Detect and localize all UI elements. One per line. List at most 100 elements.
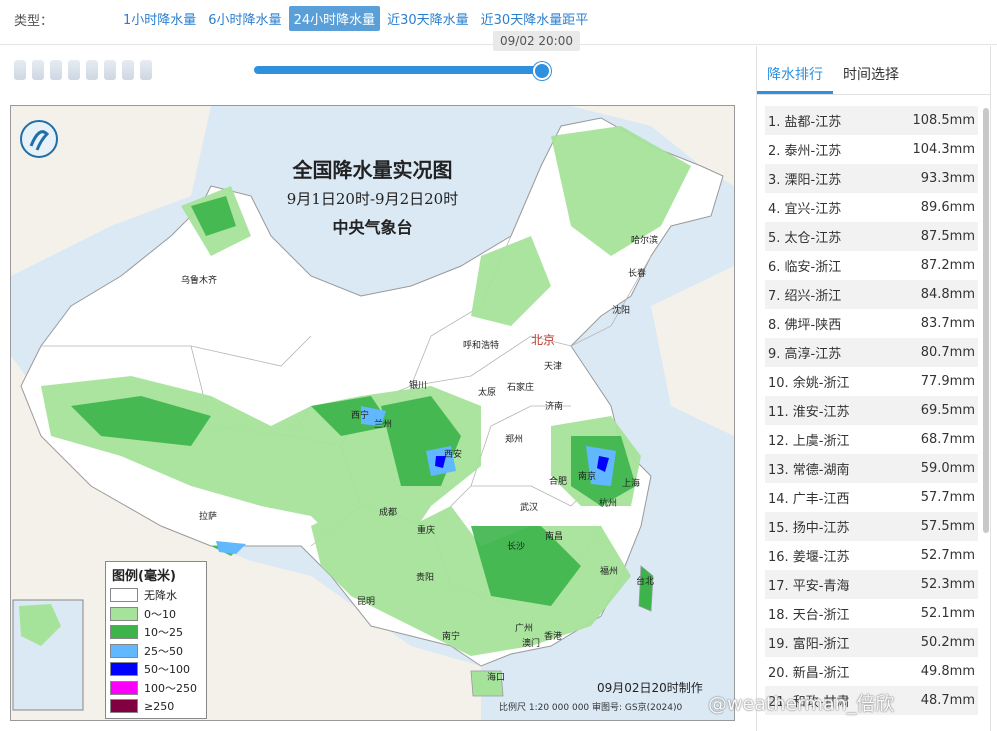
precip-value: 48.7mm	[920, 693, 975, 708]
city-label: 哈尔滨	[631, 236, 659, 246]
city-label: 呼和浩特	[463, 341, 500, 351]
city-label: 南宁	[442, 632, 461, 642]
precip-value: 52.3mm	[920, 577, 975, 592]
list-item[interactable]: 13. 常德-湖南 59.0mm	[765, 454, 978, 483]
list-item[interactable]: 10. 余姚-浙江 77.9mm	[765, 367, 978, 396]
precip-value: 83.7mm	[920, 316, 975, 331]
station-name: 11. 淮安-江苏	[768, 405, 850, 420]
list-item[interactable]: 15. 扬中-江苏 57.5mm	[765, 512, 978, 541]
list-item[interactable]: 19. 富阳-浙江 50.2mm	[765, 628, 978, 657]
map-scale: 比例尺 1:20 000 000 审图号: GS京(2024)0	[499, 703, 683, 713]
city-label: 广州	[515, 624, 534, 634]
precip-value: 52.7mm	[920, 548, 975, 563]
city-label: 贵阳	[416, 573, 435, 583]
list-item[interactable]: 16. 姜堰-江苏 52.7mm	[765, 541, 978, 570]
city-label: 西宁	[351, 411, 370, 421]
precip-value: 89.6mm	[920, 200, 975, 215]
list-item[interactable]: 1. 盐都-江苏 108.5mm	[765, 106, 978, 135]
panel-tabs: 降水排行 时间选择	[757, 46, 990, 95]
map-legend: 图例(毫米) 无降水 0～10 10～25 25～50 50～100 100～2…	[105, 561, 207, 719]
tab-30d-precip[interactable]: 近30天降水量	[382, 6, 474, 31]
station-name: 13. 常德-湖南	[768, 463, 850, 478]
list-item[interactable]: 4. 宜兴-江苏 89.6mm	[765, 193, 978, 222]
time-slider-track[interactable]	[254, 66, 542, 74]
time-tooltip: 09/02 20:00	[493, 31, 580, 51]
legend-item: 50～100	[106, 660, 206, 679]
list-item[interactable]: 6. 临安-浙江 87.2mm	[765, 251, 978, 280]
station-name: 12. 上虞-浙江	[768, 434, 850, 449]
legend-label: ≥250	[144, 699, 175, 713]
list-item[interactable]: 12. 上虞-浙江 68.7mm	[765, 425, 978, 454]
list-item[interactable]: 3. 溧阳-江苏 93.3mm	[765, 164, 978, 193]
city-label: 沈阳	[612, 306, 631, 316]
list-item[interactable]: 20. 新昌-浙江 49.8mm	[765, 657, 978, 686]
station-name: 6. 临安-浙江	[768, 260, 842, 275]
legend-item: 无降水	[106, 586, 206, 605]
tab-24h-precip[interactable]: 24小时降水量	[288, 6, 381, 31]
tab-time-select[interactable]: 时间选择	[833, 64, 909, 94]
precip-value: 77.9mm	[920, 374, 975, 389]
precip-value: 93.3mm	[920, 171, 975, 186]
list-item[interactable]: 8. 佛坪-陕西 83.7mm	[765, 309, 978, 338]
station-name: 8. 佛坪-陕西	[768, 318, 842, 333]
type-label: 类型：	[14, 14, 54, 29]
tab-6h-precip[interactable]: 6小时降水量	[203, 6, 286, 31]
station-name: 4. 宜兴-江苏	[768, 202, 842, 217]
city-label: 银川	[409, 381, 428, 391]
precip-value: 57.5mm	[920, 519, 975, 534]
precip-value: 87.5mm	[920, 229, 975, 244]
city-label: 济南	[545, 402, 564, 412]
ranking-panel: 降水排行 时间选择 1. 盐都-江苏 108.5mm 2. 泰州-江苏 104.3m…	[756, 46, 991, 731]
precip-value: 69.5mm	[920, 403, 975, 418]
city-label: 长春	[628, 269, 647, 279]
city-label: 兰州	[374, 420, 393, 430]
station-name: 2. 泰州-江苏	[768, 144, 842, 159]
station-name: 5. 太仓-江苏	[768, 231, 842, 246]
precip-value: 49.8mm	[920, 664, 975, 679]
legend-item: 25～50	[106, 642, 206, 661]
list-item[interactable]: 17. 平安-青海 52.3mm	[765, 570, 978, 599]
legend-label: 无降水	[144, 589, 177, 603]
city-label: 合肥	[549, 477, 568, 487]
precip-value: 84.8mm	[920, 287, 975, 302]
list-item[interactable]: 9. 高淳-江苏 80.7mm	[765, 338, 978, 367]
city-label: 郑州	[505, 435, 524, 445]
city-label: 成都	[379, 508, 398, 518]
city-label: 昆明	[357, 597, 376, 607]
city-label: 南京	[578, 472, 597, 482]
city-label: 乌鲁木齐	[181, 276, 218, 286]
legend-item: 10～25	[106, 623, 206, 642]
time-slider-handle[interactable]	[533, 62, 551, 80]
legend-title: 图例(毫米)	[112, 569, 176, 584]
city-label: 重庆	[417, 526, 436, 536]
list-item[interactable]: 7. 绍兴-浙江 84.8mm	[765, 280, 978, 309]
blurred-logo	[14, 60, 174, 82]
tab-ranking[interactable]: 降水排行	[757, 64, 833, 94]
list-item[interactable]: 5. 太仓-江苏 87.5mm	[765, 222, 978, 251]
city-label: 杭州	[599, 499, 618, 509]
city-label: 西安	[444, 450, 463, 460]
city-label: 太原	[478, 388, 497, 398]
station-name: 10. 余姚-浙江	[768, 376, 850, 391]
city-label: 南昌	[545, 532, 564, 542]
station-name: 7. 绍兴-浙江	[768, 289, 842, 304]
precip-value: 104.3mm	[912, 142, 975, 157]
city-label: 武汉	[520, 503, 539, 513]
tab-1h-precip[interactable]: 1小时降水量	[118, 6, 201, 31]
legend-label: 10～25	[144, 626, 183, 640]
list-item[interactable]: 11. 淮安-江苏 69.5mm	[765, 396, 978, 425]
list-item[interactable]: 14. 广丰-江西 57.7mm	[765, 483, 978, 512]
ranking-scrollbar[interactable]	[983, 108, 989, 533]
precip-value: 108.5mm	[912, 113, 975, 128]
tab-30d-anomaly[interactable]: 近30天降水量距平	[476, 6, 594, 31]
list-item[interactable]: 18. 天台-浙江 52.1mm	[765, 599, 978, 628]
city-label: 香港	[544, 632, 563, 642]
station-name: 17. 平安-青海	[768, 579, 850, 594]
list-item[interactable]: 2. 泰州-江苏 104.3mm	[765, 135, 978, 164]
legend-item: 100～250	[106, 679, 206, 698]
map-org: 中央气象台	[332, 218, 413, 237]
map-subtitle: 9月1日20时-9月2日20时	[286, 190, 459, 208]
legend-label: 25～50	[144, 644, 183, 658]
legend-item: ≥250	[106, 697, 206, 716]
precip-value: 52.1mm	[920, 606, 975, 621]
